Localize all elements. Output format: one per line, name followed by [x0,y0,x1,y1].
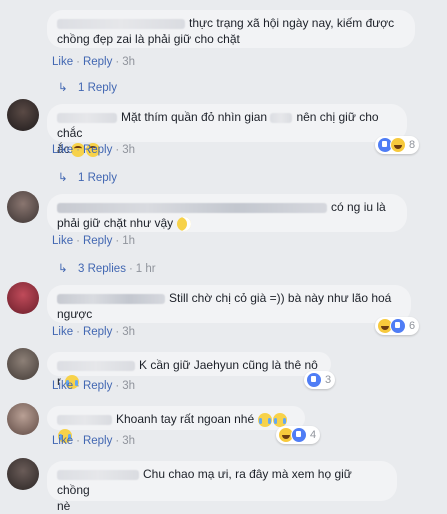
comment-bubble: Chu chao mạ ưi, ra đây mà xem họ giữ chồ… [47,461,397,513]
avatar[interactable] [7,99,39,131]
reply-link[interactable]: Reply [83,326,112,338]
crying-emoji-icon [258,412,273,427]
comment-bubble: Still chờ chị cỏ già =)) bà này như lão … [47,285,411,323]
comment-text-line: chồng đẹp zai là phải giữ cho chặt [57,32,240,46]
view-replies-link[interactable]: ↳ 1 Reply [58,80,117,94]
like-link[interactable]: Like [52,380,73,392]
reply-link[interactable]: Reply [83,144,112,156]
like-link[interactable]: Like [52,56,73,68]
haha-reaction-icon [390,137,406,153]
reply-arrow-icon: ↳ [58,172,68,184]
view-replies-link[interactable]: ↳ 3 Replies · 1 hr [58,261,156,275]
crying-emoji-icon [273,412,288,427]
comment-bubble: Khoanh tay rất ngoan nhé [47,406,305,443]
like-link[interactable]: Like [52,144,73,156]
reply-arrow-icon: ↳ [58,82,68,94]
like-link[interactable]: Like [52,326,73,338]
like-reaction-icon [306,372,322,388]
avatar[interactable] [7,191,39,223]
avatar[interactable] [7,403,39,435]
blurred-author-name [57,112,117,123]
reply-link[interactable]: Reply [83,435,112,447]
reply-link[interactable]: Reply [83,380,112,392]
reply-arrow-icon: ↳ [58,263,68,275]
reaction-summary[interactable]: 6 [375,317,420,335]
like-reaction-icon [291,427,307,443]
comment-text-line: thực trạng xã hội ngày nay, kiếm được [189,16,395,30]
comment-bubble: thực trạng xã hội ngày nay, kiếm được ch… [47,10,415,48]
blurred-author-name [57,202,327,213]
comment-time: 3h [122,56,135,68]
comment-actions: Like · Reply · 1h [52,235,135,247]
blurred-author-name [57,414,112,425]
avatar[interactable] [7,282,39,314]
reply-link[interactable]: Reply [83,56,112,68]
comment-bubble: Mặt thím quần đỏ nhìn gian nên chị giữ c… [47,104,407,157]
comment-actions: Like · Reply · 3h [52,380,135,392]
comment-actions: Like · Reply · 3h [52,56,135,68]
blurred-author-name [57,293,165,304]
avatar[interactable] [7,348,39,380]
comment-bubble: K cần giữ Jaehyun cũng là thê nô r [47,352,331,389]
blurred-author-name [57,360,135,371]
like-link[interactable]: Like [52,235,73,247]
comment-actions: Like · Reply · 3h [52,435,135,447]
avatar[interactable] [7,458,39,490]
comment-actions: Like · Reply · 3h [52,144,135,156]
view-replies-link[interactable]: ↳ 1 Reply [58,170,117,184]
moon-emoji-icon [177,216,192,231]
blurred-author-name [57,18,185,29]
reaction-summary[interactable]: 8 [375,136,420,154]
comment-bubble: có ng iu là phải giữ chặt như vậy [47,194,407,232]
reaction-summary[interactable]: 4 [276,426,321,444]
reply-link[interactable]: Reply [83,235,112,247]
blurred-author-name [57,469,139,480]
like-link[interactable]: Like [52,435,73,447]
comment-actions: Like · Reply · 3h [52,326,135,338]
like-reaction-icon [390,318,406,334]
reaction-summary[interactable]: 3 [304,371,336,389]
